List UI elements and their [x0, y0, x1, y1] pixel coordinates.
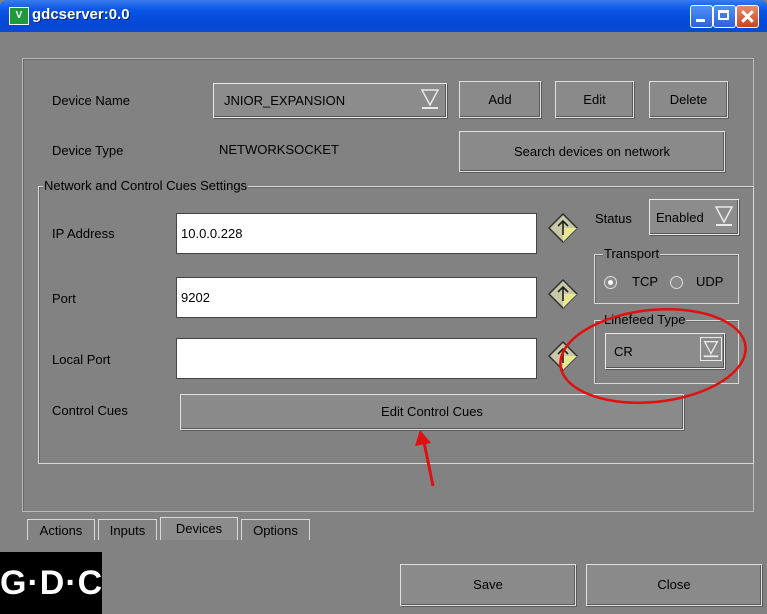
minimize-icon[interactable]: [690, 5, 713, 28]
edit-device-button[interactable]: Edit: [555, 81, 634, 118]
title-bar[interactable]: V gdcserver:0.0: [0, 0, 767, 32]
status-label: Status: [595, 211, 632, 226]
edit-control-cues-button[interactable]: Edit Control Cues: [180, 394, 684, 430]
linefeed-select[interactable]: CR: [605, 333, 725, 369]
tcp-label: TCP: [632, 274, 658, 289]
control-cues-label: Control Cues: [52, 403, 128, 418]
delete-device-button[interactable]: Delete: [649, 81, 728, 118]
port-label: Port: [52, 291, 76, 306]
gdc-logo: G·D·C: [0, 552, 102, 614]
status-select[interactable]: Enabled: [649, 199, 739, 235]
add-device-button[interactable]: Add: [459, 81, 541, 118]
udp-label: UDP: [696, 274, 724, 289]
search-devices-button[interactable]: Search devices on network: [459, 131, 725, 172]
ip-address-input[interactable]: [176, 213, 537, 254]
window-title: gdcserver:0.0: [32, 6, 130, 23]
save-button[interactable]: Save: [400, 564, 576, 606]
tab-inputs[interactable]: Inputs: [98, 519, 157, 542]
transport-title: Transport: [603, 246, 661, 261]
local-port-input[interactable]: [176, 338, 537, 379]
chevron-down-icon: [700, 337, 722, 361]
device-name-select[interactable]: JNIOR_EXPANSION: [213, 83, 447, 118]
close-icon[interactable]: [736, 5, 759, 28]
tab-options[interactable]: Options: [241, 519, 310, 542]
device-name-value: JNIOR_EXPANSION: [224, 93, 346, 108]
local-port-label: Local Port: [52, 352, 111, 367]
chevron-down-icon: [420, 89, 440, 109]
status-value: Enabled: [656, 210, 704, 225]
linefeed-title: Linefeed Type: [603, 312, 687, 327]
app-window: V gdcserver:0.0 Device Name JNIOR_EXPANS…: [0, 0, 767, 614]
maximize-icon[interactable]: [713, 5, 736, 28]
network-lookup-icon[interactable]: [548, 279, 578, 309]
device-type-value: NETWORKSOCKET: [219, 142, 339, 157]
network-lookup-icon[interactable]: [548, 213, 578, 243]
tab-actions[interactable]: Actions: [27, 519, 95, 542]
device-name-label: Device Name: [52, 93, 131, 108]
tcp-radio[interactable]: [604, 276, 617, 289]
chevron-down-icon: [714, 206, 734, 226]
network-group-title: Network and Control Cues Settings: [43, 178, 249, 193]
port-input[interactable]: [176, 277, 537, 318]
udp-radio[interactable]: [670, 276, 683, 289]
ip-address-label: IP Address: [52, 226, 115, 241]
linefeed-value: CR: [614, 344, 633, 359]
close-button[interactable]: Close: [586, 564, 762, 606]
app-icon: V: [9, 7, 29, 25]
device-type-label: Device Type: [52, 143, 124, 158]
network-lookup-icon[interactable]: [548, 341, 578, 371]
